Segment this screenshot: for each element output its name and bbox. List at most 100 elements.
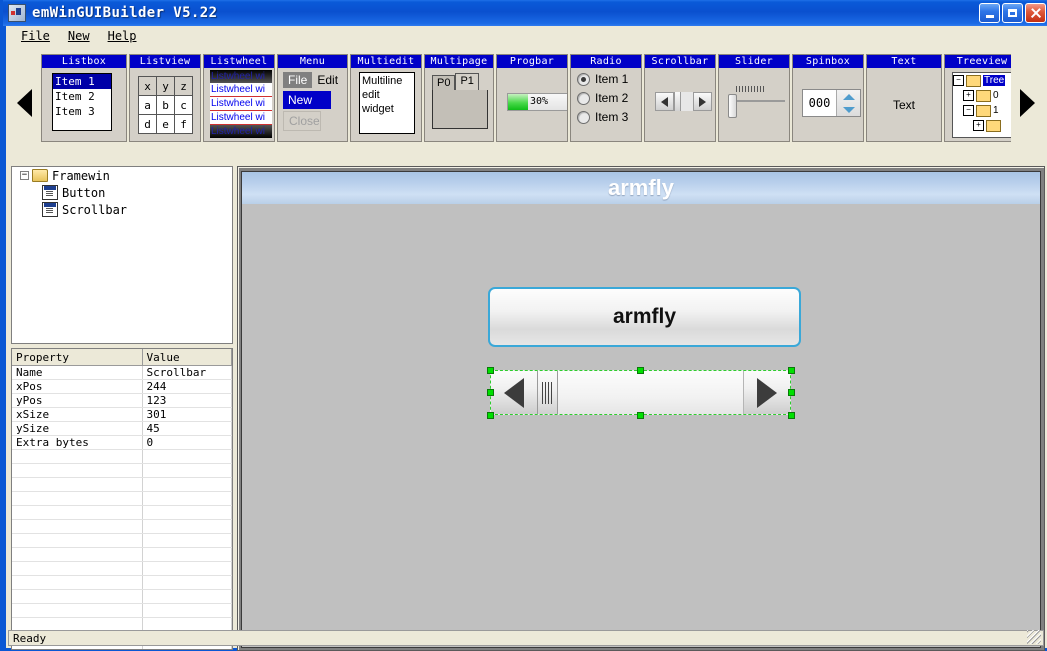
status-text: Ready xyxy=(13,631,47,645)
selection-handle-top-left[interactable] xyxy=(487,367,494,374)
property-row-empty[interactable] xyxy=(12,575,232,590)
scrollbar-thumb-handle[interactable] xyxy=(538,371,558,414)
selection-handle-middle-left[interactable] xyxy=(487,389,494,396)
close-button[interactable] xyxy=(1025,3,1046,23)
palette-item-spinbox[interactable]: Spinbox 000 xyxy=(792,54,864,142)
property-row-empty[interactable] xyxy=(12,449,232,464)
property-name: yPos xyxy=(12,393,143,408)
tree-node-scrollbar[interactable]: Scrollbar xyxy=(12,201,232,218)
selection-handle-top-right[interactable] xyxy=(788,367,795,374)
palette-item-text-preview: Text xyxy=(867,68,941,141)
property-row[interactable]: xPos 244 xyxy=(12,379,232,394)
property-value[interactable]: 301 xyxy=(142,407,232,422)
scrollbar-left-arrow-button[interactable] xyxy=(491,371,538,414)
resize-grip[interactable] xyxy=(1027,630,1041,644)
property-value[interactable]: 244 xyxy=(142,379,232,394)
menu-preview-new: New xyxy=(283,91,331,109)
palette-item-multipage[interactable]: Multipage P0 P1 xyxy=(424,54,494,142)
text-preview: Text xyxy=(892,97,915,112)
collapse-icon: − xyxy=(953,75,964,86)
widget-icon xyxy=(42,202,58,217)
palette-item-text[interactable]: Text Text xyxy=(866,54,942,142)
palette-item-radio[interactable]: Radio Item 1 Item 2 Item 3 xyxy=(570,54,642,142)
property-row[interactable]: Name Scrollbar xyxy=(12,365,232,380)
listview-cell: d xyxy=(138,114,157,134)
palette-item-slider[interactable]: Slider xyxy=(718,54,790,142)
menu-preview-close: Close xyxy=(283,111,321,131)
selection-handle-top-center[interactable] xyxy=(637,367,644,374)
menu-file[interactable]: File xyxy=(12,28,59,44)
property-row-empty[interactable] xyxy=(12,645,232,649)
listview-cell: b xyxy=(156,95,175,115)
arrow-up-icon xyxy=(842,93,855,100)
tree-node-framewin[interactable]: − Framewin xyxy=(12,167,232,184)
folder-icon xyxy=(986,119,1001,132)
widget-palette: Listbox Item 1 Item 2 Item 3 Listview x … xyxy=(8,47,1044,159)
palette-item-treeview[interactable]: Treeview − Tree +0 − 1 + xyxy=(944,54,1011,142)
scrollbar-widget[interactable] xyxy=(490,370,791,415)
scrollbar-track-area[interactable] xyxy=(558,371,744,414)
palette-item-listview[interactable]: Listview x y z a b c d e f xyxy=(129,54,201,142)
radio-option: Item 3 xyxy=(577,110,628,124)
property-row[interactable]: yPos 123 xyxy=(12,393,232,408)
property-row-empty[interactable] xyxy=(12,491,232,506)
listwheel-row: Listwheel wi xyxy=(210,83,272,97)
button-widget[interactable]: armfly xyxy=(488,287,801,347)
property-row-empty[interactable] xyxy=(12,561,232,576)
selection-handle-bottom-right[interactable] xyxy=(788,412,795,419)
palette-scroll-right-button[interactable] xyxy=(1011,47,1044,159)
property-value[interactable]: 0 xyxy=(142,435,232,450)
scrollbar-right-arrow-button[interactable] xyxy=(744,371,790,414)
property-name: Extra bytes xyxy=(12,435,143,450)
property-row-empty[interactable] xyxy=(12,547,232,562)
collapse-icon[interactable]: − xyxy=(20,171,29,180)
property-row-empty[interactable] xyxy=(12,505,232,520)
palette-item-scrollbar[interactable]: Scrollbar xyxy=(644,54,716,142)
maximize-button[interactable] xyxy=(1002,3,1023,23)
property-value[interactable]: 123 xyxy=(142,393,232,408)
property-row[interactable]: xSize 301 xyxy=(12,407,232,422)
menu-new-label: New xyxy=(67,28,90,43)
design-canvas[interactable]: armfly armfly xyxy=(240,169,1042,648)
palette-item-multiedit[interactable]: Multiedit Multiline edit widget xyxy=(350,54,422,142)
property-row-empty[interactable] xyxy=(12,603,232,618)
palette-item-progbar[interactable]: Progbar 30% xyxy=(496,54,568,142)
property-row[interactable]: ySize 45 xyxy=(12,421,232,436)
palette-item-menu[interactable]: Menu File Edit New Close xyxy=(277,54,348,142)
palette-item-listwheel[interactable]: Listwheel Listwheel wi Listwheel wi List… xyxy=(203,54,275,142)
selection-handle-middle-right[interactable] xyxy=(788,389,795,396)
folder-icon xyxy=(32,169,48,182)
menu-new[interactable]: New xyxy=(59,28,99,44)
listview-header-cell: z xyxy=(174,76,193,96)
property-row-empty[interactable] xyxy=(12,533,232,548)
framewin-body[interactable]: armfly xyxy=(242,204,1040,647)
expand-icon: + xyxy=(973,120,984,131)
property-row-empty[interactable] xyxy=(12,589,232,604)
property-row[interactable]: Extra bytes 0 xyxy=(12,435,232,450)
scrollbar-preview xyxy=(655,92,712,111)
property-grid[interactable]: Property Value Name Scrollbar xPos 244 y… xyxy=(11,348,233,650)
listbox-item: Item 1 xyxy=(53,74,111,89)
app-icon xyxy=(8,4,26,22)
palette-scroll-left-button[interactable] xyxy=(8,47,41,159)
property-row-empty[interactable] xyxy=(12,519,232,534)
property-row-empty[interactable] xyxy=(12,463,232,478)
tree-node-button[interactable]: Button xyxy=(12,184,232,201)
selection-handle-bottom-left[interactable] xyxy=(487,412,494,419)
palette-item-listbox[interactable]: Listbox Item 1 Item 2 Item 3 xyxy=(41,54,127,142)
property-value[interactable]: 45 xyxy=(142,421,232,436)
radio-bullet-icon xyxy=(577,91,590,105)
listwheel-row: Listwheel wi xyxy=(210,97,272,111)
menu-help[interactable]: Help xyxy=(99,28,146,44)
selection-handle-bottom-center[interactable] xyxy=(637,412,644,419)
minimize-button[interactable] xyxy=(979,3,1000,23)
scrollbar-thumb xyxy=(674,92,681,111)
property-name: ySize xyxy=(12,421,143,436)
design-canvas-container: armfly armfly xyxy=(237,166,1045,651)
palette-item-multipage-title: Multipage xyxy=(425,55,493,68)
property-value[interactable]: Scrollbar xyxy=(142,365,232,380)
framewin-widget[interactable]: armfly armfly xyxy=(241,171,1041,648)
radio-label: Item 3 xyxy=(595,110,629,124)
property-row-empty[interactable] xyxy=(12,477,232,492)
object-tree[interactable]: − Framewin Button Scrollbar xyxy=(11,166,233,344)
